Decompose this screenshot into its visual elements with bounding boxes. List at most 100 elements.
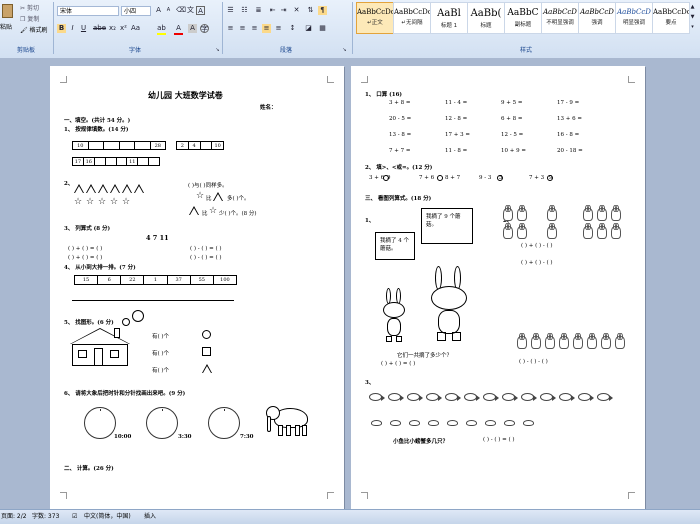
font-size-combo[interactable]: 小四 (121, 6, 151, 16)
rabbit-small-icon (381, 288, 407, 346)
number-cell (135, 142, 151, 149)
phonetic-icon[interactable]: 文 (186, 6, 195, 15)
align-right-icon[interactable]: ≡ (250, 24, 259, 33)
bold-icon[interactable]: B (57, 24, 66, 33)
cut-button[interactable]: ✂ 剪切 (20, 3, 39, 12)
italic-icon[interactable]: I (68, 24, 77, 33)
crab-icon (390, 420, 401, 426)
numbering-icon[interactable]: ☷ (240, 6, 249, 15)
calc-item: 17 + 3 = (445, 132, 470, 138)
compare-operand: 9 (549, 175, 553, 181)
number-sequence-3: 17 16 11 (72, 157, 160, 166)
char-shading-icon[interactable]: A (188, 24, 197, 33)
number-cell (95, 158, 106, 165)
shading-icon[interactable]: ◪ (304, 24, 313, 33)
calc-item: 12 - 5 = (501, 132, 524, 138)
small-animal-icon (503, 205, 513, 221)
spell-check-icon[interactable]: ☑ (72, 510, 77, 524)
page-count[interactable]: 页面: 2/2 (1, 510, 27, 524)
align-center-icon[interactable]: ≡ (238, 24, 247, 33)
triangle-icon (98, 184, 108, 193)
bullets-icon[interactable]: ☰ (226, 6, 235, 15)
style-item[interactable]: AaBbCcD 不明显强调 (541, 2, 579, 34)
superscript-icon[interactable]: x² (119, 24, 128, 33)
question-4: 4、 从小到大排一排。(7 分) (64, 265, 136, 271)
page-1[interactable]: 幼儿园 大班数学试卷 姓名： 一、填空。(共计 54 分。) 1、 按规律填数。… (50, 66, 344, 509)
style-item[interactable]: AaBbCcDc 要点 (652, 2, 690, 34)
small-animal-icon (611, 223, 621, 239)
subscript-icon[interactable]: x₂ (108, 24, 117, 33)
change-case-icon[interactable]: Aa (131, 24, 140, 33)
paste-button[interactable]: 粘贴 (0, 2, 16, 38)
page-2[interactable]: 1、 口算 (16) 2、 填>、<或=。(12 分) 三、 看图列算式。(18… (351, 66, 645, 509)
small-animal-icon (547, 223, 557, 239)
gallery-more-icon[interactable]: ▾ (688, 23, 697, 32)
number-cell (117, 158, 128, 165)
style-item[interactable]: AaBbC 副标题 (504, 2, 542, 34)
small-animal-icon (517, 205, 527, 221)
style-item[interactable]: AaBbCcDc ↵无间隔 (393, 2, 431, 34)
increase-indent-icon[interactable]: ⇥ (279, 6, 288, 15)
multilevel-list-icon[interactable]: ≣ (254, 6, 263, 15)
align-left-icon[interactable]: ≡ (226, 24, 235, 33)
language-indicator[interactable]: 中文(简体，中国) (84, 510, 131, 524)
shape-count-row: 有( )个 (152, 368, 170, 374)
highlight-icon[interactable]: ab (157, 24, 166, 35)
number-cell: 11 (127, 158, 139, 165)
style-preview: AaBbCcD (580, 8, 614, 16)
clear-format-icon[interactable]: ⌫ (176, 6, 186, 15)
font-name-combo[interactable]: 宋体 (57, 6, 119, 16)
style-preview: AaBbC (507, 8, 539, 18)
style-item[interactable]: AaBbCcDc ↵正文 (356, 2, 394, 34)
strikethrough-icon[interactable]: abe (93, 24, 106, 33)
style-item[interactable]: AaBb(标题 (467, 2, 505, 34)
chinese-layout-icon[interactable]: ✕ (292, 6, 301, 15)
number-cell: 6 (98, 276, 122, 284)
copy-button[interactable]: ❐ 复制 (20, 14, 39, 23)
style-item[interactable]: AaBbCcD 强调 (578, 2, 616, 34)
enclose-char-icon[interactable]: 字 (200, 24, 209, 33)
corner-mark (361, 76, 368, 83)
word-count[interactable]: 字数: 373 (32, 510, 59, 524)
insert-mode-indicator[interactable]: 插入 (144, 510, 156, 524)
distributed-icon[interactable]: ≡ (274, 24, 283, 33)
clock-face-icon (146, 407, 178, 439)
gallery-down-icon[interactable]: ▼ (688, 13, 697, 22)
compare-blank-circle[interactable] (437, 175, 443, 181)
style-item[interactable]: AaBl 标题 1 (430, 2, 468, 34)
font-group-label: 字体 (128, 47, 141, 54)
font-dialog-launcher-icon[interactable]: ↘ (213, 46, 222, 55)
gallery-up-icon[interactable]: ▲ (688, 3, 697, 12)
number-cell: 55 (191, 276, 214, 284)
sort-icon[interactable]: ⇅ (306, 6, 315, 15)
problem-3-equation: ( ) - ( ) = ( ) (483, 437, 515, 443)
format-painter-button[interactable]: 🖌 格式刷 (20, 25, 48, 34)
borders-icon[interactable]: ▦ (318, 24, 327, 33)
small-animal-icon (559, 333, 569, 349)
calc-item: 16 - 8 = (557, 132, 580, 138)
char-border-icon[interactable]: A (196, 6, 205, 15)
style-name: 明显强调 (622, 20, 645, 26)
small-animal-icon (611, 205, 621, 221)
calc-item: 3 + 8 = (389, 100, 411, 106)
corner-mark (361, 492, 368, 499)
grow-font-icon[interactable]: A (154, 6, 163, 15)
fish-icon (464, 393, 480, 401)
triangle-icon (74, 184, 84, 193)
compare-operand: 9 - 3 (479, 175, 492, 181)
decrease-indent-icon[interactable]: ⇤ (268, 6, 277, 15)
number-cell: 10 (214, 143, 221, 149)
number-cell: 2 (177, 142, 189, 149)
font-color-icon[interactable]: A (174, 24, 183, 35)
line-spacing-icon[interactable]: ↕ (288, 24, 297, 33)
question-3: 3、 列算式 (8 分) (64, 226, 111, 232)
justify-icon[interactable]: ≡ (262, 24, 271, 33)
show-marks-icon[interactable]: ¶ (318, 6, 327, 15)
house-drawing (70, 328, 130, 368)
underline-icon[interactable]: U (79, 24, 88, 33)
shrink-font-icon[interactable]: A (164, 6, 173, 15)
small-animal-icon (503, 223, 513, 239)
paragraph-dialog-launcher-icon[interactable]: ↘ (340, 46, 349, 55)
style-item[interactable]: AaBbCcD 明显强调 (615, 2, 653, 34)
equation-4: ( ) - ( ) = ( ) (190, 255, 222, 261)
